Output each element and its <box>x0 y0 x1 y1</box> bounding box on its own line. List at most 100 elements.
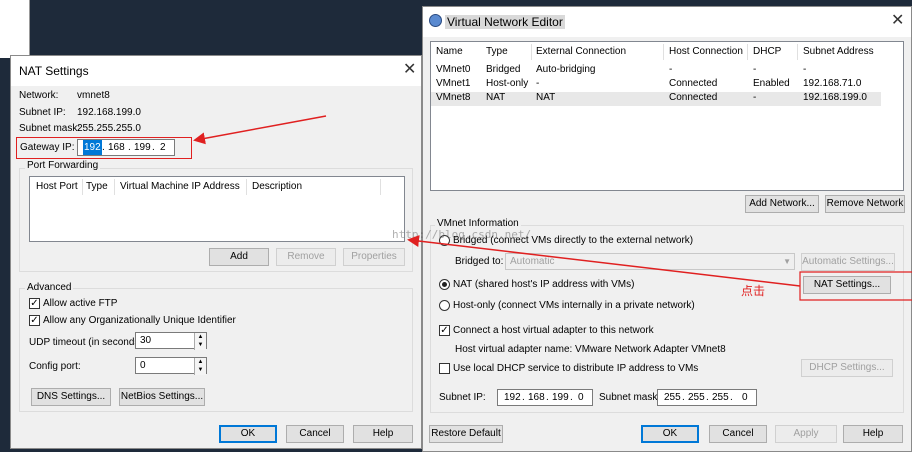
cell: Connected <box>669 78 718 89</box>
config-port-input[interactable]: 0 ▲ ▼ <box>135 357 207 375</box>
ok-button[interactable]: OK <box>641 425 699 443</box>
cell: NAT <box>536 92 556 103</box>
subnet-mask-value: 255.255.255.0 <box>77 123 141 134</box>
dot: . <box>152 142 155 153</box>
udp-timeout-value: 30 <box>140 335 152 346</box>
bridged-to-select: Automatic ▼ <box>505 253 795 270</box>
subnet-ip-label: Subnet IP: <box>19 107 66 118</box>
col-type[interactable]: Type <box>486 46 508 57</box>
netbios-settings-button[interactable]: NetBios Settings... <box>119 388 205 406</box>
restore-default-button[interactable]: Restore Default <box>429 425 503 443</box>
ok-button[interactable]: OK <box>219 425 277 443</box>
col-description[interactable]: Description <box>252 181 302 192</box>
allow-oui-label[interactable]: Allow any Organizationally Unique Identi… <box>43 315 236 326</box>
nat-settings-button[interactable]: NAT Settings... <box>803 276 891 294</box>
spinner-icon[interactable]: ▲ ▼ <box>194 358 206 375</box>
col-host[interactable]: Host Connection <box>669 46 743 57</box>
cancel-button[interactable]: Cancel <box>286 425 344 443</box>
ip-octet: 255 <box>664 392 681 403</box>
remove-button[interactable]: Remove <box>276 248 336 266</box>
subnet-ip-field[interactable]: 192 . 168 . 199 . 0 <box>497 389 593 406</box>
cell: 192.168.199.0 <box>803 92 867 103</box>
vmnet-table-header: Name Type External Connection Host Conne… <box>431 42 903 62</box>
advanced-legend: Advanced <box>25 282 74 293</box>
port-forwarding-legend: Port Forwarding <box>25 160 101 171</box>
cell: Bridged <box>486 64 521 75</box>
dhcp-settings-button[interactable]: DHCP Settings... <box>801 359 893 377</box>
port-forwarding-list[interactable]: Host Port Type Virtual Machine IP Addres… <box>29 176 405 242</box>
subnet-mask-field[interactable]: 255 . 255 . 255 . 0 <box>657 389 757 406</box>
nat-titlebar: NAT Settings ✕ <box>11 56 421 86</box>
allow-ftp-label[interactable]: Allow active FTP <box>43 298 117 309</box>
cancel-button[interactable]: Cancel <box>709 425 767 443</box>
header-divider <box>114 179 115 195</box>
allow-ftp-checkbox[interactable]: ✓ <box>29 298 40 309</box>
table-row[interactable]: VMnet1 Host-only - Connected Enabled 192… <box>431 78 881 92</box>
header-divider <box>531 44 532 60</box>
use-dhcp-label[interactable]: Use local DHCP service to distribute IP … <box>453 363 698 374</box>
click-annotation-text: 点击 <box>741 284 766 298</box>
col-external[interactable]: External Connection <box>536 46 626 57</box>
connect-adapter-checkbox[interactable]: ✓ <box>439 325 450 336</box>
cell: - <box>753 92 757 103</box>
vmnet-table: Name Type External Connection Host Conne… <box>430 41 904 191</box>
close-icon[interactable]: ✕ <box>891 13 904 29</box>
udp-timeout-input[interactable]: 30 ▲ ▼ <box>135 332 207 350</box>
ip-octet: 0 <box>578 392 584 403</box>
dot: . <box>570 392 573 403</box>
add-button[interactable]: Add <box>209 248 269 266</box>
add-network-button[interactable]: Add Network... <box>745 195 819 213</box>
cell: VMnet0 <box>436 64 471 75</box>
close-icon[interactable]: ✕ <box>403 62 416 78</box>
col-type[interactable]: Type <box>86 181 108 192</box>
table-row-selected[interactable]: VMnet8 NAT NAT Connected - 192.168.199.0 <box>431 92 881 106</box>
network-label: Network: <box>19 90 59 101</box>
spinner-icon[interactable]: ▲ ▼ <box>194 333 206 350</box>
nat-label[interactable]: NAT (shared host's IP address with VMs) <box>453 279 634 290</box>
use-dhcp-checkbox[interactable] <box>439 363 450 374</box>
cell: - <box>536 78 540 89</box>
properties-button[interactable]: Properties <box>343 248 405 266</box>
gateway-ip-label: Gateway IP: <box>20 142 75 153</box>
col-host-port[interactable]: Host Port <box>36 181 78 192</box>
config-port-label: Config port: <box>29 361 81 372</box>
connect-adapter-label[interactable]: Connect a host virtual adapter to this n… <box>453 325 654 336</box>
bridged-to-value: Automatic <box>510 256 555 267</box>
cell: Connected <box>669 92 718 103</box>
dns-settings-button[interactable]: DNS Settings... <box>31 388 111 406</box>
cell: Enabled <box>753 78 790 89</box>
table-row[interactable]: VMnet0 Bridged Auto-bridging - - - <box>431 64 881 78</box>
col-dhcp[interactable]: DHCP <box>753 46 781 57</box>
host-only-label[interactable]: Host-only (connect VMs internally in a p… <box>453 300 695 311</box>
automatic-settings-button[interactable]: Automatic Settings... <box>801 253 895 271</box>
col-vm-ip[interactable]: Virtual Machine IP Address <box>120 181 240 192</box>
gateway-ip-field[interactable]: 192 . 168 . 199 . 2 <box>77 139 175 156</box>
ip-octet: 192 <box>504 392 521 403</box>
remove-network-button[interactable]: Remove Network <box>825 195 905 213</box>
header-divider <box>797 44 798 60</box>
dot: . <box>730 392 733 403</box>
help-button[interactable]: Help <box>353 425 413 443</box>
dot: . <box>682 392 685 403</box>
subnet-mask-label: Subnet mask: <box>599 392 661 403</box>
header-divider <box>246 179 247 195</box>
adapter-name-text: Host virtual adapter name: VMware Networ… <box>455 344 726 355</box>
help-button[interactable]: Help <box>843 425 903 443</box>
col-name[interactable]: Name <box>436 46 463 57</box>
host-only-radio[interactable] <box>439 300 450 311</box>
header-divider <box>747 44 748 60</box>
cell: VMnet8 <box>436 92 471 103</box>
subnet-ip-value: 192.168.199.0 <box>77 107 141 118</box>
subnet-ip-label: Subnet IP: <box>439 392 486 403</box>
header-divider <box>82 179 83 195</box>
network-value: vmnet8 <box>77 90 110 101</box>
cell: - <box>669 64 673 75</box>
dot: . <box>102 142 105 153</box>
header-divider <box>663 44 664 60</box>
cell: - <box>803 64 807 75</box>
allow-oui-checkbox[interactable]: ✓ <box>29 315 40 326</box>
cell: - <box>753 64 757 75</box>
apply-button[interactable]: Apply <box>775 425 837 443</box>
nat-radio[interactable] <box>439 279 450 290</box>
col-subnet[interactable]: Subnet Address <box>803 46 874 57</box>
